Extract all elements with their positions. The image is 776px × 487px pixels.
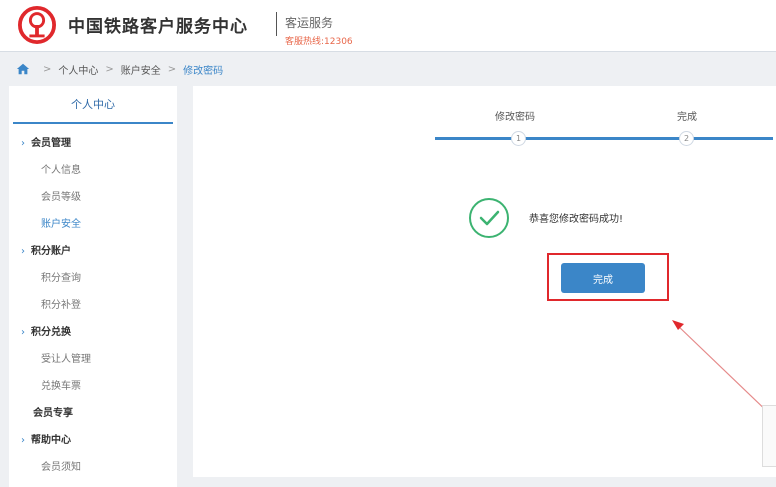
hotline-text: 客服热线:12306 xyxy=(285,37,353,47)
sidebar-item-redeem-tickets[interactable]: 兑换车票 xyxy=(9,373,177,400)
watermark xyxy=(762,405,776,467)
chevron-right-icon: › xyxy=(21,138,25,149)
sidebar-item-member-level[interactable]: 会员等级 xyxy=(9,184,177,211)
brand-title: 中国铁路客户服务中心 xyxy=(68,17,248,37)
chevron-right-icon: › xyxy=(21,327,25,338)
breadcrumb-link-personal-center[interactable]: 个人中心 xyxy=(58,62,98,77)
sidebar-menu: › 会员管理 个人信息 会员等级 账户安全 › 积分账户 积分查询 积分补登 › 积分… xyxy=(9,124,177,481)
railway-logo-icon[interactable] xyxy=(18,6,56,44)
step-label-complete: 完成 xyxy=(677,112,697,123)
brand-subtitle: 客运服务 xyxy=(285,16,334,30)
step-number-2: 2 xyxy=(679,131,694,146)
step-progress-line xyxy=(435,137,773,140)
sidebar: 个人中心 › 会员管理 个人信息 会员等级 账户安全 › 积分账户 积分查询 积分补… xyxy=(9,86,177,487)
sidebar-group-label: 会员管理 xyxy=(31,138,71,149)
breadcrumb-separator: > xyxy=(43,63,52,75)
success-message: 恭喜您修改密码成功! xyxy=(529,214,624,225)
step-number-1: 1 xyxy=(511,131,526,146)
sidebar-item-points-supplement[interactable]: 积分补登 xyxy=(9,292,177,319)
success-check-icon xyxy=(469,198,509,238)
step-label-change-password: 修改密码 xyxy=(495,112,535,123)
breadcrumb-link-account-security[interactable]: 账户安全 xyxy=(121,62,161,77)
done-button[interactable]: 完成 xyxy=(561,263,645,293)
sidebar-group-points-account[interactable]: › 积分账户 xyxy=(9,238,177,265)
brand-divider xyxy=(276,12,277,36)
sidebar-group-points-redeem[interactable]: › 积分兑换 xyxy=(9,319,177,346)
sidebar-item-points-query[interactable]: 积分查询 xyxy=(9,265,177,292)
home-icon[interactable] xyxy=(16,62,30,76)
breadcrumb-current: 修改密码 xyxy=(183,65,224,77)
sidebar-group-help-center[interactable]: › 帮助中心 xyxy=(9,427,177,454)
sidebar-item-personal-info[interactable]: 个人信息 xyxy=(9,157,177,184)
breadcrumb: > 个人中心 > 账户安全 > 修改密码 xyxy=(0,56,776,82)
sidebar-group-member-exclusive[interactable]: 会员专享 xyxy=(9,400,177,427)
sidebar-group-label: 积分兑换 xyxy=(31,327,71,338)
sidebar-item-assignee-management[interactable]: 受让人管理 xyxy=(9,346,177,373)
breadcrumb-separator: > xyxy=(105,63,114,75)
sidebar-item-account-security[interactable]: 账户安全 xyxy=(9,211,177,238)
sidebar-group-label: 帮助中心 xyxy=(31,435,71,446)
annotation-arrow-icon xyxy=(672,320,775,419)
sidebar-title[interactable]: 个人中心 xyxy=(13,86,173,124)
chevron-right-icon: › xyxy=(21,246,25,257)
sidebar-item-member-notice[interactable]: 会员须知 xyxy=(9,454,177,481)
sidebar-group-member-management[interactable]: › 会员管理 xyxy=(9,130,177,157)
sidebar-group-label: 积分账户 xyxy=(31,246,71,257)
chevron-right-icon: › xyxy=(21,435,25,446)
breadcrumb-separator: > xyxy=(167,63,177,75)
site-header: 中国铁路客户服务中心 客运服务 客服热线:12306 xyxy=(0,0,776,52)
